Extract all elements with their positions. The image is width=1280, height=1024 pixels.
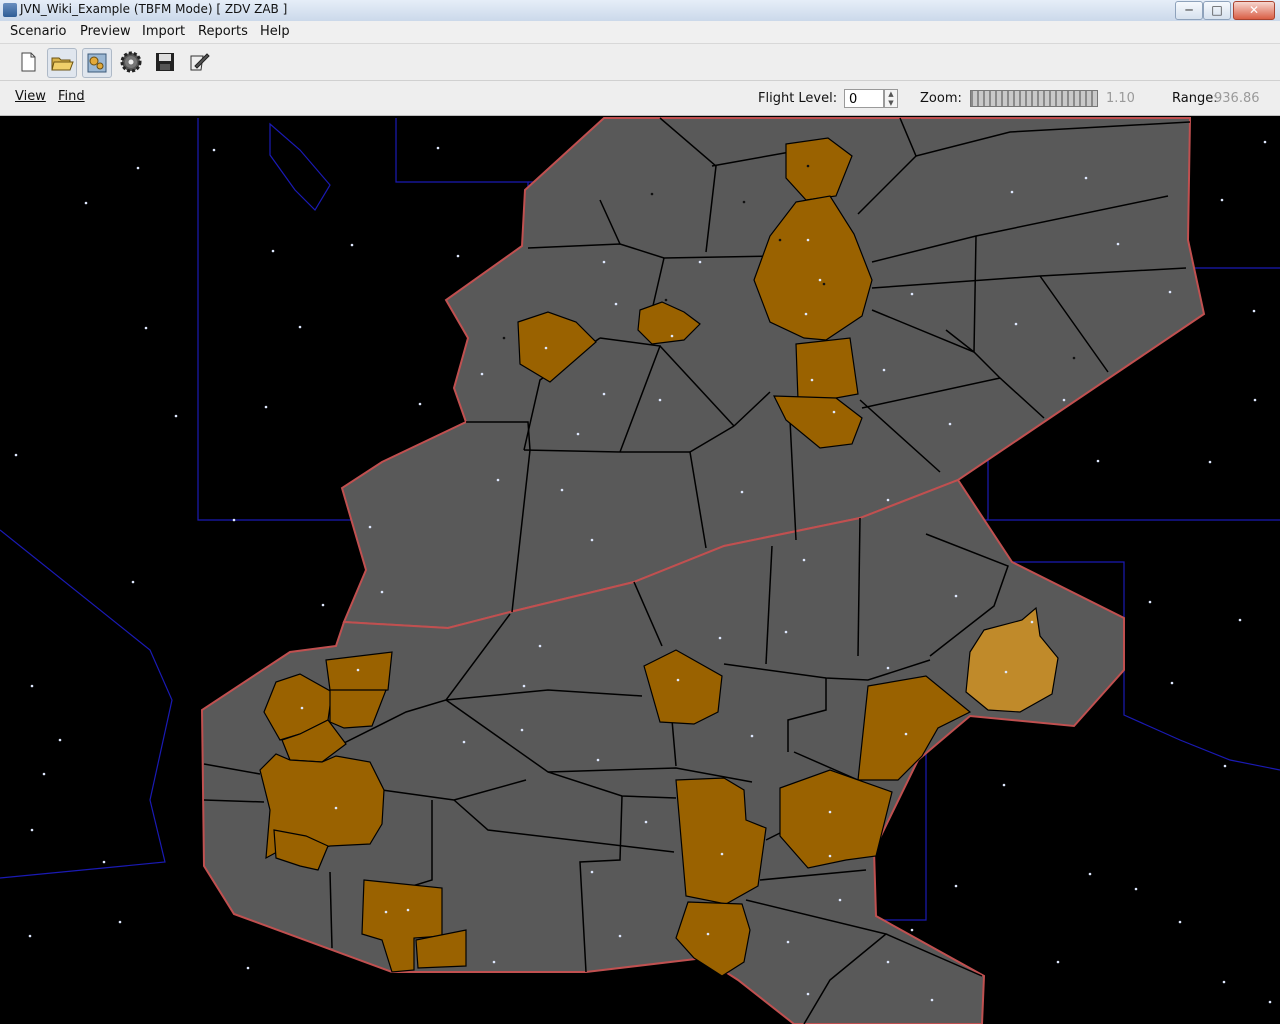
window-title: JVN_Wiki_Example (TBFM Mode) [ ZDV ZAB ] [20,2,288,16]
maximize-button[interactable]: □ [1203,1,1231,20]
menu-bar: Scenario Preview Import Reports Help [0,21,1280,44]
close-button[interactable]: ✕ [1233,1,1275,20]
menu-preview[interactable]: Preview [80,23,131,40]
menu-help[interactable]: Help [260,23,290,40]
menu-reports[interactable]: Reports [198,23,248,40]
flight-level-label: Flight Level: [758,91,838,106]
airspace-map[interactable] [0,116,1280,1024]
save-disk-icon[interactable] [151,48,179,76]
new-document-icon[interactable] [14,48,42,76]
flight-level-spinner[interactable]: ▲ ▼ [884,89,898,108]
window-titlebar: JVN_Wiki_Example (TBFM Mode) [ ZDV ZAB ]… [0,0,1280,22]
edit-icon[interactable] [185,48,213,76]
app-icon [3,3,17,17]
minimize-button[interactable]: ─ [1175,1,1203,20]
menu-scenario[interactable]: Scenario [10,23,67,40]
control-bar: View Find Flight Level: 0 ▲ ▼ Zoom: 1.10 … [0,81,1280,116]
configure-icon[interactable] [82,48,112,78]
open-folder-icon[interactable] [47,48,77,78]
view-button[interactable]: View [15,89,46,104]
zoom-value: 1.10 [1106,91,1135,106]
flight-level-input[interactable]: 0 [844,89,884,108]
zoom-slider[interactable] [970,90,1098,107]
settings-gear-icon[interactable] [117,48,145,76]
toolbar [0,44,1280,81]
find-button[interactable]: Find [58,89,85,104]
range-value: 936.86 [1214,91,1260,106]
range-label: Range: [1172,91,1218,106]
zoom-label: Zoom: [920,91,962,106]
menu-import[interactable]: Import [142,23,185,40]
